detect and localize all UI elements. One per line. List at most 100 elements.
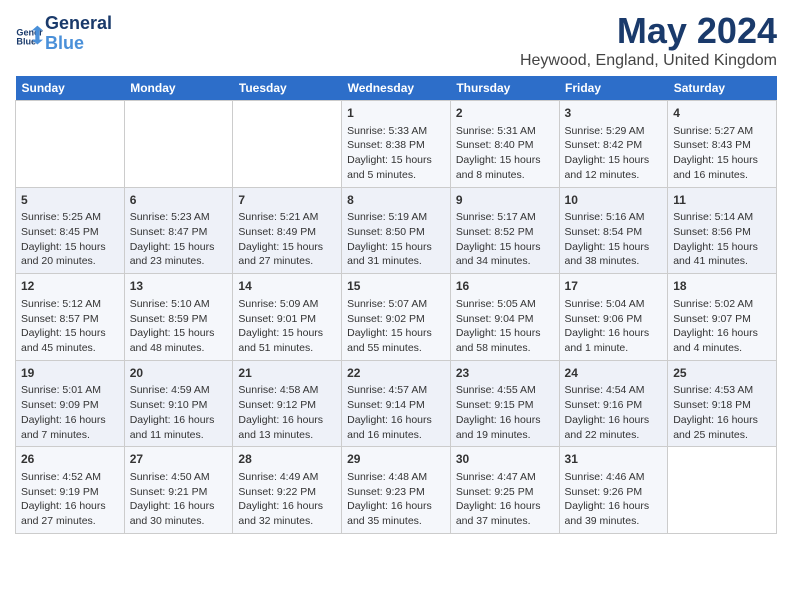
day-cell-18: 18 Sunrise: 5:02 AM Sunset: 9:07 PM Dayli…: [668, 274, 777, 361]
logo-text-line2: Blue: [45, 34, 112, 54]
day-details: Sunrise: 4:49 AM Sunset: 9:22 PM Dayligh…: [238, 470, 336, 529]
day-details: Sunrise: 5:01 AM Sunset: 9:09 PM Dayligh…: [21, 383, 119, 442]
calendar-table: SundayMondayTuesdayWednesdayThursdayFrid…: [15, 76, 777, 534]
day-number: 28: [238, 451, 336, 468]
day-cell-28: 28 Sunrise: 4:49 AM Sunset: 9:22 PM Dayli…: [233, 447, 342, 534]
day-details: Sunrise: 4:53 AM Sunset: 9:18 PM Dayligh…: [673, 383, 771, 442]
day-cell-26: 26 Sunrise: 4:52 AM Sunset: 9:19 PM Dayli…: [16, 447, 125, 534]
day-details: Sunrise: 5:21 AM Sunset: 8:49 PM Dayligh…: [238, 210, 336, 269]
week-row-2: 5Sunrise: 5:25 AM Sunset: 8:45 PM Daylig…: [16, 187, 777, 274]
day-cell-8: 8Sunrise: 5:19 AM Sunset: 8:50 PM Daylig…: [342, 187, 451, 274]
week-row-1: 1 Sunrise: 5:33 AM Sunset: 8:38 PM Daylig…: [16, 101, 777, 188]
day-cell-4: 4 Sunrise: 5:27 AM Sunset: 8:43 PM Daylig…: [668, 101, 777, 188]
day-number: 7: [238, 192, 336, 209]
day-header-friday: Friday: [559, 76, 668, 101]
week-row-3: 12 Sunrise: 5:12 AM Sunset: 8:57 PM Dayli…: [16, 274, 777, 361]
day-details: Sunrise: 4:57 AM Sunset: 9:14 PM Dayligh…: [347, 383, 445, 442]
day-number: 30: [456, 451, 554, 468]
day-cell-29: 29 Sunrise: 4:48 AM Sunset: 9:23 PM Dayli…: [342, 447, 451, 534]
day-number: 18: [673, 278, 771, 295]
day-details: Sunrise: 5:31 AM Sunset: 8:40 PM Dayligh…: [456, 124, 554, 183]
day-number: 15: [347, 278, 445, 295]
day-details: Sunrise: 5:33 AM Sunset: 8:38 PM Dayligh…: [347, 124, 445, 183]
day-number: 3: [565, 105, 663, 122]
day-number: 29: [347, 451, 445, 468]
day-cell-1: 1 Sunrise: 5:33 AM Sunset: 8:38 PM Daylig…: [342, 101, 451, 188]
day-number: 27: [130, 451, 228, 468]
day-details: Sunrise: 5:07 AM Sunset: 9:02 PM Dayligh…: [347, 297, 445, 356]
day-number: 25: [673, 365, 771, 382]
day-number: 17: [565, 278, 663, 295]
day-cell-6: 6Sunrise: 5:23 AM Sunset: 8:47 PM Daylig…: [124, 187, 233, 274]
day-number: 11: [673, 192, 771, 209]
day-details: Sunrise: 5:16 AM Sunset: 8:54 PM Dayligh…: [565, 210, 663, 269]
day-cell-21: 21Sunrise: 4:58 AM Sunset: 9:12 PM Dayli…: [233, 360, 342, 447]
day-number: 23: [456, 365, 554, 382]
day-cell-24: 24Sunrise: 4:54 AM Sunset: 9:16 PM Dayli…: [559, 360, 668, 447]
day-details: Sunrise: 4:52 AM Sunset: 9:19 PM Dayligh…: [21, 470, 119, 529]
day-header-tuesday: Tuesday: [233, 76, 342, 101]
title-area: May 2024 Heywood, England, United Kingdo…: [520, 10, 777, 70]
day-number: 10: [565, 192, 663, 209]
day-cell-11: 11Sunrise: 5:14 AM Sunset: 8:56 PM Dayli…: [668, 187, 777, 274]
day-details: Sunrise: 4:50 AM Sunset: 9:21 PM Dayligh…: [130, 470, 228, 529]
day-details: Sunrise: 4:46 AM Sunset: 9:26 PM Dayligh…: [565, 470, 663, 529]
day-cell-15: 15 Sunrise: 5:07 AM Sunset: 9:02 PM Dayli…: [342, 274, 451, 361]
day-cell-2: 2 Sunrise: 5:31 AM Sunset: 8:40 PM Daylig…: [450, 101, 559, 188]
day-details: Sunrise: 5:04 AM Sunset: 9:06 PM Dayligh…: [565, 297, 663, 356]
logo-text-line1: General: [45, 14, 112, 34]
logo: General Blue General Blue: [15, 14, 112, 54]
day-details: Sunrise: 5:23 AM Sunset: 8:47 PM Dayligh…: [130, 210, 228, 269]
empty-cell: [124, 101, 233, 188]
day-cell-25: 25Sunrise: 4:53 AM Sunset: 9:18 PM Dayli…: [668, 360, 777, 447]
day-details: Sunrise: 5:12 AM Sunset: 8:57 PM Dayligh…: [21, 297, 119, 356]
day-details: Sunrise: 4:55 AM Sunset: 9:15 PM Dayligh…: [456, 383, 554, 442]
logo-icon: General Blue: [15, 20, 43, 48]
day-details: Sunrise: 5:14 AM Sunset: 8:56 PM Dayligh…: [673, 210, 771, 269]
day-number: 6: [130, 192, 228, 209]
day-cell-12: 12 Sunrise: 5:12 AM Sunset: 8:57 PM Dayli…: [16, 274, 125, 361]
day-number: 2: [456, 105, 554, 122]
day-number: 16: [456, 278, 554, 295]
page-header: General Blue General Blue May 2024 Heywo…: [15, 10, 777, 70]
subtitle: Heywood, England, United Kingdom: [520, 52, 777, 70]
day-header-wednesday: Wednesday: [342, 76, 451, 101]
day-cell-19: 19Sunrise: 5:01 AM Sunset: 9:09 PM Dayli…: [16, 360, 125, 447]
day-cell-3: 3 Sunrise: 5:29 AM Sunset: 8:42 PM Daylig…: [559, 101, 668, 188]
day-number: 22: [347, 365, 445, 382]
day-details: Sunrise: 5:05 AM Sunset: 9:04 PM Dayligh…: [456, 297, 554, 356]
day-details: Sunrise: 5:19 AM Sunset: 8:50 PM Dayligh…: [347, 210, 445, 269]
day-details: Sunrise: 5:02 AM Sunset: 9:07 PM Dayligh…: [673, 297, 771, 356]
day-details: Sunrise: 4:48 AM Sunset: 9:23 PM Dayligh…: [347, 470, 445, 529]
day-number: 20: [130, 365, 228, 382]
day-number: 19: [21, 365, 119, 382]
day-details: Sunrise: 4:47 AM Sunset: 9:25 PM Dayligh…: [456, 470, 554, 529]
day-number: 12: [21, 278, 119, 295]
day-details: Sunrise: 5:17 AM Sunset: 8:52 PM Dayligh…: [456, 210, 554, 269]
day-header-thursday: Thursday: [450, 76, 559, 101]
day-cell-30: 30 Sunrise: 4:47 AM Sunset: 9:25 PM Dayli…: [450, 447, 559, 534]
empty-cell: [668, 447, 777, 534]
day-number: 4: [673, 105, 771, 122]
day-cell-22: 22Sunrise: 4:57 AM Sunset: 9:14 PM Dayli…: [342, 360, 451, 447]
day-number: 24: [565, 365, 663, 382]
day-number: 8: [347, 192, 445, 209]
day-details: Sunrise: 5:29 AM Sunset: 8:42 PM Dayligh…: [565, 124, 663, 183]
day-number: 21: [238, 365, 336, 382]
day-cell-9: 9Sunrise: 5:17 AM Sunset: 8:52 PM Daylig…: [450, 187, 559, 274]
day-number: 1: [347, 105, 445, 122]
day-cell-14: 14Sunrise: 5:09 AM Sunset: 9:01 PM Dayli…: [233, 274, 342, 361]
day-cell-23: 23Sunrise: 4:55 AM Sunset: 9:15 PM Dayli…: [450, 360, 559, 447]
day-number: 9: [456, 192, 554, 209]
day-details: Sunrise: 5:27 AM Sunset: 8:43 PM Dayligh…: [673, 124, 771, 183]
day-cell-7: 7Sunrise: 5:21 AM Sunset: 8:49 PM Daylig…: [233, 187, 342, 274]
week-row-5: 26 Sunrise: 4:52 AM Sunset: 9:19 PM Dayli…: [16, 447, 777, 534]
week-row-4: 19Sunrise: 5:01 AM Sunset: 9:09 PM Dayli…: [16, 360, 777, 447]
day-details: Sunrise: 4:58 AM Sunset: 9:12 PM Dayligh…: [238, 383, 336, 442]
day-cell-31: 31Sunrise: 4:46 AM Sunset: 9:26 PM Dayli…: [559, 447, 668, 534]
day-details: Sunrise: 5:09 AM Sunset: 9:01 PM Dayligh…: [238, 297, 336, 356]
day-number: 26: [21, 451, 119, 468]
day-cell-27: 27 Sunrise: 4:50 AM Sunset: 9:21 PM Dayli…: [124, 447, 233, 534]
day-header-saturday: Saturday: [668, 76, 777, 101]
day-header-sunday: Sunday: [16, 76, 125, 101]
